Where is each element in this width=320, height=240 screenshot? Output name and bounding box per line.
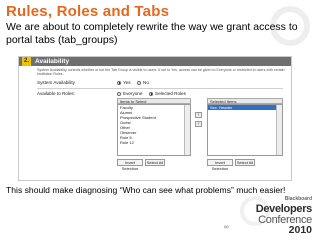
yes-radio[interactable]: [117, 80, 121, 85]
items-to-select-list[interactable]: Faculty Alumni Prospective Student Guest…: [117, 104, 191, 156]
move-right-button[interactable]: ›: [195, 112, 202, 118]
brand-year: 2010: [288, 224, 312, 236]
slide-footer: This should make diagnosing “Who can see…: [6, 185, 286, 195]
no-radio[interactable]: [137, 80, 141, 85]
no-label: No: [143, 80, 149, 85]
selected-roles-radio[interactable]: [149, 91, 153, 96]
slide-title: Rules, Roles and Tabs: [6, 3, 170, 20]
section-description: System Availability controls whether or …: [37, 68, 285, 77]
everyone-radio[interactable]: [117, 91, 121, 96]
slide-subtitle: We are about to completely rewrite the w…: [6, 21, 298, 46]
yes-label: Yes: [123, 80, 131, 85]
left-list-scrollbar[interactable]: [184, 105, 190, 155]
availability-screenshot: 2. Availability System Availability cont…: [18, 56, 292, 181]
move-left-button[interactable]: ‹: [195, 121, 202, 127]
everyone-label: Everyone: [123, 91, 143, 96]
select-all-left-button[interactable]: Select All: [145, 159, 165, 166]
selected-items-list[interactable]: Sec. Header: [207, 104, 283, 156]
select-all-right-button[interactable]: Select All: [235, 159, 255, 166]
list-item[interactable]: Role 12: [118, 140, 190, 145]
invert-selection-left-button[interactable]: Invert Selection: [117, 159, 143, 171]
section-header: 2. Availability: [19, 57, 291, 66]
right-list-scrollbar[interactable]: [276, 105, 282, 155]
divider: [37, 88, 283, 89]
system-availability-label: System Availability: [37, 80, 75, 85]
page-number: 8: [224, 225, 231, 229]
available-to-roles-label: Available to Roles:: [37, 91, 75, 96]
brand-company: Blackboard: [284, 196, 312, 202]
list-item[interactable]: Sec. Header: [208, 105, 282, 110]
section-number: 2.: [22, 57, 31, 66]
selected-roles-label: Selected Roles: [155, 91, 186, 96]
invert-selection-right-button[interactable]: Invert Selection: [207, 159, 233, 171]
section-title: Availability: [35, 58, 70, 65]
